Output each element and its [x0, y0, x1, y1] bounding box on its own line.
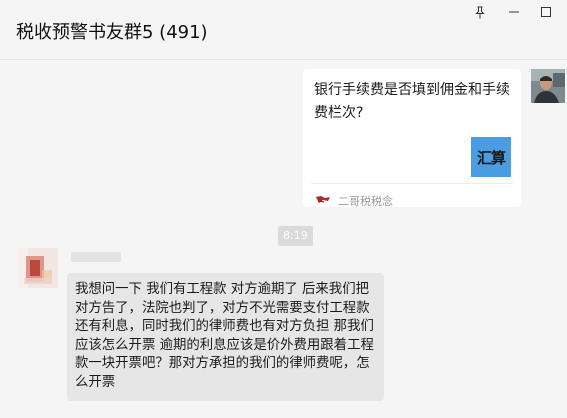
card-title: 银行手续费是否填到佣金和手续费栏次? — [314, 82, 510, 121]
sender-avatar-image — [18, 248, 58, 288]
maximize-button[interactable] — [535, 2, 557, 22]
incoming-message-bubble[interactable]: 我想问一下 我们有工程款 对方逾期了 后来我们把对方告了，法院也判了，对方不光需… — [67, 273, 384, 401]
message-list[interactable]: 银行手续费是否填到佣金和手续费栏次? 汇算 二哥税税念 8:19 我想问一下 我… — [0, 61, 567, 418]
shared-article-card[interactable]: 银行手续费是否填到佣金和手续费栏次? 汇算 二哥税税念 — [303, 69, 521, 208]
minimize-button[interactable] — [503, 2, 525, 22]
chat-window: 税收预警书友群5 (491) 银行手续费是否填到佣金和手续费栏次? 汇算 二哥税… — [0, 0, 567, 418]
maximize-icon — [541, 7, 551, 17]
message-timestamp: 8:19 — [278, 226, 313, 246]
card-thumbnail-label: 汇算 — [476, 148, 506, 167]
sender-name — [71, 252, 121, 262]
source-logo-icon — [316, 196, 330, 203]
sender-avatar[interactable] — [18, 248, 58, 288]
pin-icon — [475, 6, 485, 18]
card-divider — [311, 183, 513, 184]
my-avatar[interactable] — [531, 69, 565, 103]
avatar-photo — [531, 69, 565, 103]
pin-button[interactable] — [469, 2, 491, 22]
card-source-name: 二哥税税念 — [338, 195, 393, 208]
card-thumbnail: 汇算 — [471, 137, 511, 177]
title-bar: 税收预警书友群5 (491) — [0, 0, 567, 60]
minimize-icon — [509, 11, 519, 13]
chat-title: 税收预警书友群5 (491) — [16, 22, 208, 43]
incoming-message-text: 我想问一下 我们有工程款 对方逾期了 后来我们把对方告了，法院也判了，对方不光需… — [75, 282, 374, 390]
